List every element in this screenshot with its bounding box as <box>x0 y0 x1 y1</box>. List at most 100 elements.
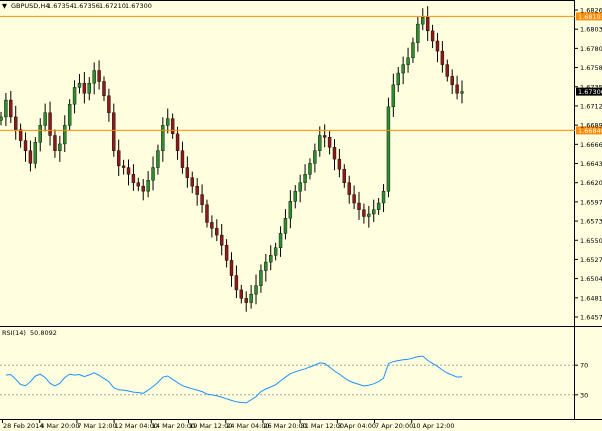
candle-body <box>352 194 356 204</box>
candle-body <box>318 135 322 151</box>
candle-body <box>14 116 18 130</box>
rsi-tick-label: 30 <box>580 391 588 399</box>
candle-body <box>269 255 273 263</box>
ohlc-low: 1.67210 <box>99 2 126 10</box>
candle-body <box>416 23 420 43</box>
ohlc-high: 1.67356 <box>73 2 100 10</box>
candle-body <box>18 129 23 141</box>
candle-body <box>170 118 175 135</box>
candle-body <box>9 99 13 118</box>
candle-body <box>391 84 396 108</box>
candle-body <box>63 125 67 145</box>
candle-body <box>102 81 106 97</box>
candle-body <box>205 204 209 223</box>
candle-body <box>175 133 180 151</box>
price-tick-label: 1.66660 <box>580 141 602 149</box>
candle-body <box>87 82 91 94</box>
candle-body <box>219 234 224 246</box>
candle-body <box>396 72 400 86</box>
candle-body <box>455 84 459 94</box>
candle-body <box>430 30 435 42</box>
price-tick-label: 1.68035 <box>580 26 602 34</box>
candle-body <box>406 57 410 65</box>
chart-canvas[interactable]: 1.681911.668401.67300 1.682651.680351.67… <box>0 0 602 431</box>
rsi-label: RSI(14) <box>2 329 26 337</box>
candle-body <box>298 182 302 192</box>
candle-body <box>117 150 121 167</box>
candle-body <box>48 112 52 136</box>
candle-body <box>283 217 288 234</box>
time-tick-label: 28 Feb 2014 <box>3 422 43 430</box>
candle-body <box>53 135 57 151</box>
candle-body <box>264 261 268 271</box>
candle-body <box>229 260 234 276</box>
time-tick-label: 4 Mar 20:00 <box>40 422 79 430</box>
rsi-tick-label: 70 <box>580 362 588 370</box>
time-tick-label: 10 Apr 12:00 <box>412 422 454 430</box>
price-tick-label: 1.65040 <box>580 275 602 283</box>
candle-body <box>367 213 371 217</box>
price-tick-label: 1.65970 <box>580 198 602 206</box>
candle-body <box>381 190 386 204</box>
candle-body <box>38 125 42 143</box>
candle-body <box>386 106 391 192</box>
price-tick-label: 1.65270 <box>580 256 602 264</box>
candle-body <box>146 180 150 192</box>
candle-body <box>97 70 101 82</box>
candle-body <box>23 140 28 151</box>
price-tick-label: 1.66435 <box>580 160 602 168</box>
candle-body <box>401 64 405 74</box>
candle-body <box>411 42 415 59</box>
candle-body <box>190 177 194 187</box>
candle-body <box>435 40 440 52</box>
candle-body <box>303 174 307 183</box>
symbol-label: GBPUSD,H4 <box>11 2 49 10</box>
candle-body <box>308 163 312 175</box>
price-tick-label: 1.67580 <box>580 64 602 72</box>
candle-body <box>313 150 317 164</box>
candle-body <box>322 135 327 138</box>
candle-body <box>460 91 464 94</box>
candle-body <box>249 293 253 303</box>
candle-body <box>82 82 87 94</box>
candle-body <box>239 289 244 299</box>
candle-body <box>210 222 214 229</box>
candle-body <box>92 70 96 84</box>
candle-body <box>185 167 190 178</box>
candle-body <box>342 169 346 183</box>
candle-body <box>440 50 445 65</box>
ohlc-open: 1.67354 <box>47 2 74 10</box>
price-tick-label: 1.64575 <box>580 314 602 322</box>
candle-body <box>33 142 38 164</box>
candle-body <box>224 245 229 261</box>
candle-body <box>278 233 283 248</box>
candle-body <box>234 275 239 291</box>
price-tick-label: 1.68265 <box>580 7 602 15</box>
price-tick-label: 1.66895 <box>580 122 602 130</box>
candle-body <box>107 95 111 113</box>
triangle-down-icon[interactable]: ▼ <box>2 2 7 10</box>
ohlc-close: 1.67300 <box>125 2 152 10</box>
time-tick-label: 7 Mar 12:00 <box>77 422 116 430</box>
time-tick-label: 7 Apr 20:00 <box>375 422 413 430</box>
candle-body <box>131 174 136 183</box>
candle-body <box>77 82 82 88</box>
candle-body <box>376 202 381 210</box>
candle-body <box>337 158 342 170</box>
candle-body <box>362 209 366 217</box>
candle-body <box>273 247 278 256</box>
candle-body <box>126 167 131 175</box>
candle-body <box>58 143 62 151</box>
candle-body <box>259 270 263 286</box>
candle-body <box>67 104 72 126</box>
candle-body <box>327 136 332 148</box>
candle-body <box>254 285 258 295</box>
candle-body <box>141 185 145 192</box>
candle-body <box>72 87 77 105</box>
candle-body <box>425 17 430 32</box>
price-tick-label: 1.66200 <box>580 179 602 187</box>
candle-body <box>421 17 425 25</box>
candle-body <box>121 165 126 168</box>
candle-body <box>4 99 8 118</box>
candle-body <box>293 190 297 202</box>
